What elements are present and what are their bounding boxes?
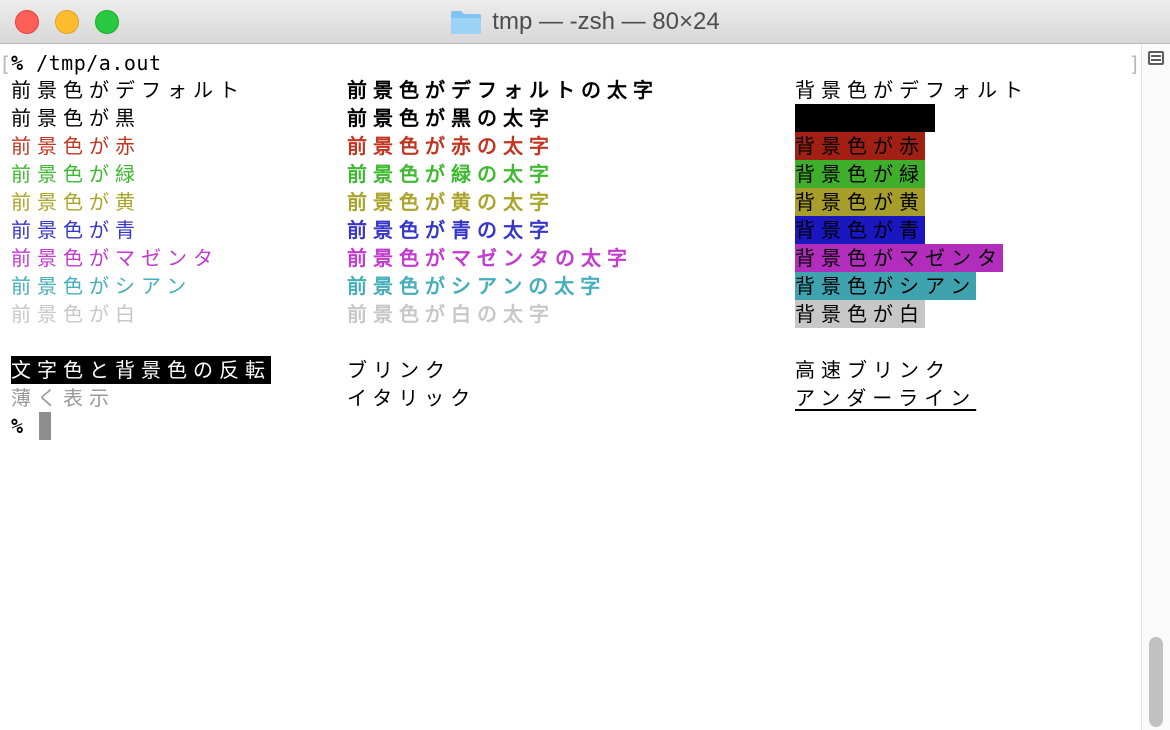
bg-color-line: 背景色がデフォルト [795,76,1029,104]
cursor [39,412,51,440]
bg-color-text: 背景色がマゼンタ [795,244,1003,272]
bg-color-text [795,104,935,132]
bold-fg-color-text: 前景色が白の太字 [347,302,555,326]
bold-fg-color-text: 前景色がマゼンタの太字 [347,246,633,270]
bg-color-line: 背景色が黄 [795,188,925,216]
bold-fg-color-text: 前景色が黄の太字 [347,190,555,214]
scrollbar-thumb[interactable] [1149,637,1163,727]
split-pane-icon[interactable] [1148,51,1164,65]
bg-color-line: 背景色が青 [795,216,925,244]
fg-color-text: 前景色が赤 [11,134,141,158]
mark-bracket-right: ] [1130,52,1138,76]
fg-color-text: 前景色が緑 [11,162,141,186]
window-title: tmp — -zsh — 80×24 [492,8,720,35]
blink-text: ブリンク [347,358,451,382]
title-bar[interactable]: tmp — -zsh — 80×24 [0,0,1170,44]
bold-fg-color-text: 前景色がデフォルトの太字 [347,78,659,102]
fg-color-text: 前景色が青 [11,218,141,242]
bg-color-line [795,104,935,132]
bg-color-text: 背景色が赤 [795,132,925,160]
prompt-symbol: % [11,51,24,75]
bold-fg-color-text: 前景色が赤の太字 [347,134,555,158]
bold-fg-color-text: 前景色が黒の太字 [347,106,555,130]
bold-fg-color-text: 前景色が緑の太字 [347,162,555,186]
final-prompt: % [11,414,24,438]
bg-color-line: 背景色がシアン [795,272,977,300]
folder-icon [451,11,482,34]
bg-color-line: 背景色が赤 [795,132,925,160]
bg-color-line: 背景色が緑 [795,160,925,188]
mark-bracket-left: [ [2,52,10,76]
scrollbar[interactable] [1141,45,1170,730]
fast-blink-text: 高速ブリンク [795,358,951,382]
bg-color-text: 背景色が青 [795,216,925,244]
reverse-text: 文字色と背景色の反転 [11,356,271,384]
dim-text: 薄く表示 [11,386,115,410]
fg-color-text: 前景色がデフォルト [11,78,245,102]
bold-fg-color-text: 前景色がシアンの太字 [347,274,607,298]
bg-color-text: 背景色が白 [795,300,925,328]
command-line: % /tmp/a.out [11,49,162,77]
bg-color-line: 背景色がマゼンタ [795,244,1003,272]
underline-text-line: アンダーライン [795,384,976,412]
bg-color-text: 背景色がシアン [795,272,977,300]
italic-text: イタリック [347,386,477,410]
command-text: /tmp/a.out [23,51,162,75]
fg-color-text: 前景色が白 [11,302,141,326]
reverse-text-line: 文字色と背景色の反転 [11,356,271,384]
bold-fg-color-text: 前景色が青の太字 [347,218,555,242]
underline-text: アンダーライン [795,386,977,410]
fg-color-text: 前景色が黒 [11,106,141,130]
fg-color-text: 前景色が黄 [11,190,141,214]
bg-color-text: 背景色が黄 [795,188,925,216]
window-title-container: tmp — -zsh — 80×24 [0,0,1170,44]
bg-color-text: 背景色がデフォルト [795,78,1029,102]
terminal-window: tmp — -zsh — 80×24 [ ] % /tmp/a.out 前景色が… [0,0,1170,730]
fg-color-text: 前景色がシアン [11,274,193,298]
fg-color-text: 前景色がマゼンタ [11,246,219,270]
bg-color-line: 背景色が白 [795,300,925,328]
bg-color-text: 背景色が緑 [795,160,925,188]
